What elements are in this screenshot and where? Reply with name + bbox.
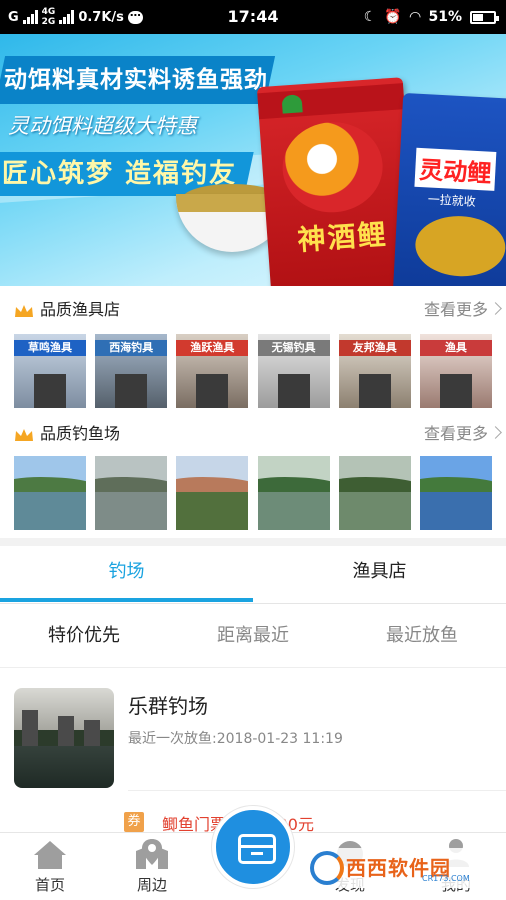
building	[22, 710, 38, 746]
chevron-right-icon[interactable]	[489, 426, 502, 439]
nav-nearby-label: 周边	[136, 876, 167, 894]
center-store-button[interactable]	[212, 806, 294, 888]
pond-thumbnail[interactable]	[95, 456, 168, 530]
pond-thumbnail[interactable]	[338, 456, 411, 530]
shops-see-more[interactable]: 查看更多	[424, 290, 488, 330]
shop-sign: 无锡钓具	[257, 340, 330, 356]
bait-bag-red: 神酒鲤	[256, 77, 418, 286]
tab-fishing-ponds[interactable]: 钓场	[0, 546, 253, 604]
site-watermark: 西西软件园 CR173.COM	[306, 848, 488, 888]
ponds-section-header: 品质钓鱼场 查看更多	[0, 414, 506, 454]
sort-nearest[interactable]: 距离最近	[169, 604, 337, 668]
sort-bar: 特价优先 距离最近 最近放鱼	[0, 604, 506, 668]
shop-door	[439, 374, 472, 408]
pond-photo	[14, 688, 114, 788]
battery-percent: 51%	[428, 9, 462, 25]
shop-thumbnail[interactable]: 渔跃渔具	[176, 334, 249, 408]
sort-recent-release[interactable]: 最近放鱼	[338, 604, 506, 668]
section-divider	[0, 538, 506, 546]
pond-thumbnail[interactable]	[14, 456, 86, 530]
shop-thumbnail[interactable]: 无锡钓具	[257, 334, 330, 408]
home-icon	[34, 841, 66, 869]
ponds-thumbnail-row	[14, 456, 492, 530]
nav-home-label: 首页	[34, 876, 65, 894]
promo-banner[interactable]: 动饵料真材实料诱鱼强劲 灵动饵料超级大特惠 匠心筑梦 造福钓友 神酒鲤 灵动鲤 …	[0, 34, 506, 286]
pond-thumbnail[interactable]	[257, 456, 330, 530]
banner-headline-box: 动饵料真材实料诱鱼强劲	[0, 56, 276, 104]
location-icon	[136, 839, 168, 869]
watermark-logo-icon	[310, 851, 344, 885]
ponds-section-title: 品质钓鱼场	[40, 424, 121, 443]
shop-sign: 草鸣渔具	[14, 340, 86, 356]
status-right: ☾ ⏰ ◠ 51%	[363, 0, 499, 34]
koi-fish-image	[279, 118, 386, 216]
shop-thumbnail[interactable]: 草鸣渔具	[14, 334, 86, 408]
bag-blue-name: 灵动鲤	[414, 147, 497, 191]
shop-door	[277, 374, 310, 408]
shops-section-header: 品质渔具店 查看更多	[0, 290, 506, 330]
building	[58, 716, 74, 746]
shop-sign: 渔具	[419, 340, 492, 356]
coupon-tag: 券	[124, 812, 144, 832]
store-icon	[238, 834, 276, 864]
ponds-see-more[interactable]: 查看更多	[424, 414, 488, 454]
nav-home[interactable]: 首页	[0, 833, 100, 900]
chevron-right-icon[interactable]	[489, 302, 502, 315]
fish-image	[413, 213, 506, 279]
shop-thumbnail[interactable]: 友邦渔具	[338, 334, 411, 408]
crown-icon	[15, 429, 33, 441]
nav-nearby[interactable]: 周边	[102, 833, 202, 900]
bait-bag-blue: 灵动鲤 一拉就收	[392, 92, 506, 286]
tab-indicator	[0, 598, 253, 602]
bag-red-name: 神酒鲤	[296, 217, 389, 257]
shop-door	[358, 374, 391, 408]
shops-section-title: 品质渔具店	[40, 300, 121, 319]
shop-door	[115, 374, 148, 408]
bag-header	[257, 83, 405, 120]
pond-thumbnail[interactable]	[419, 456, 492, 530]
battery-fill	[473, 13, 483, 21]
battery-icon	[470, 10, 499, 24]
watermark-sub: CR173.COM	[422, 874, 470, 883]
banner-subheadline: 灵动饵料超级大特惠	[8, 114, 197, 138]
pond-thumbnail[interactable]	[176, 456, 249, 530]
list-separator	[128, 790, 506, 791]
shop-door	[34, 374, 66, 408]
building	[84, 720, 100, 746]
shop-door	[196, 374, 229, 408]
shop-sign: 渔跃渔具	[176, 340, 249, 356]
wifi-icon: ◠	[409, 9, 421, 25]
shop-sign: 友邦渔具	[338, 340, 411, 356]
alarm-icon: ⏰	[384, 9, 402, 25]
shop-thumbnail[interactable]: 西海钓具	[95, 334, 168, 408]
last-release-time: 最近一次放鱼:2018-01-23 11:19	[128, 731, 343, 747]
pond-name: 乐群钓场	[128, 694, 208, 718]
shop-thumbnail[interactable]: 渔具	[419, 334, 492, 408]
tab-bar: 钓场 渔具店	[0, 546, 506, 604]
banner-headline: 动饵料真材实料诱鱼强劲	[3, 67, 268, 93]
shops-thumbnail-row: 草鸣渔具 西海钓具 渔跃渔具 无锡钓具 友邦渔具 渔具	[14, 334, 492, 408]
crown-icon	[15, 305, 33, 317]
list-item[interactable]: 乐群钓场 最近一次放鱼:2018-01-23 11:19	[0, 670, 506, 792]
shop-sign: 西海钓具	[95, 340, 168, 356]
tab-tackle-shops[interactable]: 渔具店	[253, 546, 506, 604]
sort-discount-first[interactable]: 特价优先	[0, 604, 168, 668]
moon-icon: ☾	[363, 9, 377, 25]
bag-blue-sub: 一拉就收	[427, 192, 477, 209]
status-bar: G 4G 2G 0.7K/s 17:44 ☾ ⏰ ◠ 51%	[0, 0, 506, 34]
